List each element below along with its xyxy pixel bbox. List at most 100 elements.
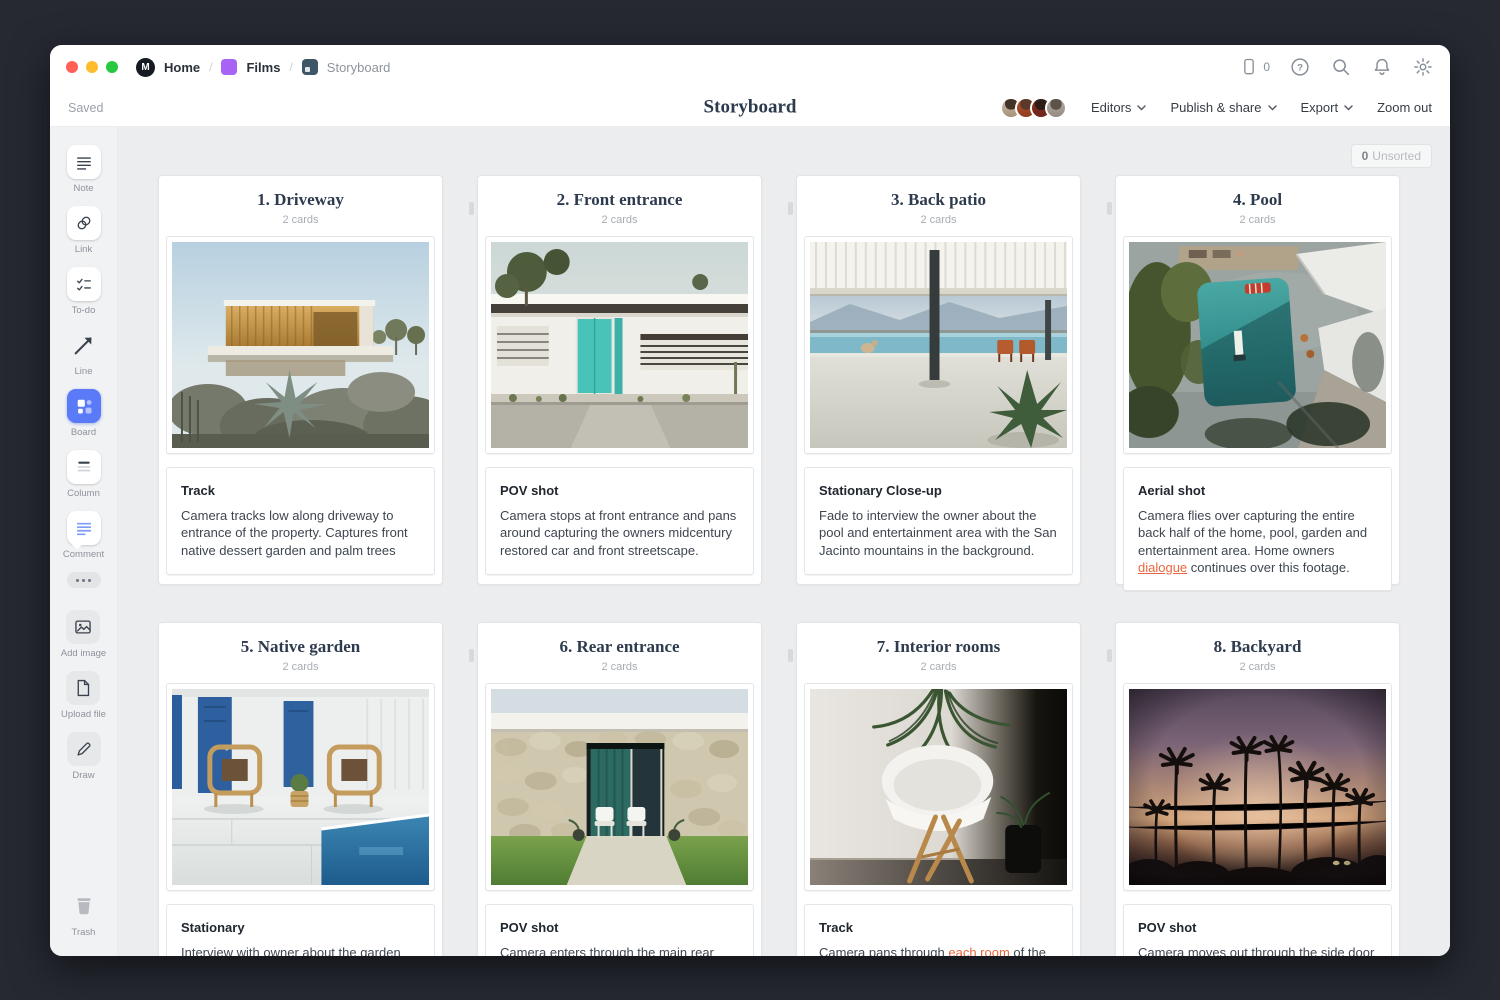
line-arrow-icon [71,332,97,358]
editor-avatars[interactable] [1000,97,1067,119]
trash-button[interactable] [67,889,101,923]
films-board-icon[interactable] [221,59,237,75]
search-button[interactable] [1330,56,1352,78]
board-tool-button[interactable] [67,389,101,423]
minimize-window-button[interactable] [86,61,98,73]
column-title[interactable]: 2. Front entrance [485,190,754,210]
text-card[interactable]: POV shot Camera moves out through the si… [1123,904,1392,956]
page-title: Storyboard [704,96,797,118]
line-tool-button[interactable] [67,328,101,362]
column-title[interactable]: 4. Pool [1123,190,1392,210]
photo-backyard-sunset [1129,689,1386,885]
trash-icon [71,893,97,919]
storyboard-board-icon[interactable] [302,59,318,75]
column-driveway[interactable]: 1. Driveway 2 cards [158,175,443,585]
column-title[interactable]: 3. Back patio [804,190,1073,210]
image-card[interactable] [804,683,1073,891]
link-tool-button[interactable] [67,206,101,240]
text-card[interactable]: POV shot Camera enters through the main … [485,904,754,956]
column-connector [1107,649,1112,662]
app-header: M Home / Films / Storyboard 0 ? [50,45,1450,127]
column-rear-entrance[interactable]: 6. Rear entrance 2 cards [477,622,762,956]
more-tools-button[interactable] [67,572,101,588]
tool-label: Link [75,244,92,255]
text-card[interactable]: POV shot Camera stops at front entrance … [485,467,754,575]
zoom-window-button[interactable] [106,61,118,73]
comment-icon [73,517,95,539]
settings-button[interactable] [1412,56,1434,78]
column-title[interactable]: 6. Rear entrance [485,637,754,657]
export-menu-button[interactable]: Export [1301,100,1354,115]
inline-link[interactable]: each room [948,945,1009,956]
column-title[interactable]: 5. Native garden [166,637,435,657]
card-text: Camera tracks low along driveway to entr… [181,507,420,559]
image-card[interactable] [166,683,435,891]
column-title[interactable]: 1. Driveway [166,190,435,210]
board-canvas[interactable]: 0Unsorted 1. Driveway 2 cards [118,127,1450,956]
column-card-count: 2 cards [166,214,435,226]
column-card-count: 2 cards [485,661,754,673]
image-card[interactable] [1123,236,1392,454]
comment-tool-button[interactable] [67,511,101,545]
card-label: Track [181,483,420,498]
zoom-out-button[interactable]: Zoom out [1377,100,1432,115]
card-text: Camera stops at front entrance and pans … [500,507,739,559]
breadcrumb: M Home / Films / Storyboard [136,58,390,77]
chevron-down-icon [1137,105,1146,111]
chevron-down-icon [1344,105,1353,111]
notifications-button[interactable] [1371,56,1393,78]
help-button[interactable]: ? [1289,56,1311,78]
image-card[interactable] [1123,683,1392,891]
column-native-garden[interactable]: 5. Native garden 2 cards [158,622,443,956]
photo-driveway [172,242,429,448]
avatar[interactable] [1045,97,1067,119]
text-card[interactable]: Track Camera tracks low along driveway t… [166,467,435,575]
image-card[interactable] [485,683,754,891]
draw-pencil-icon [73,738,95,760]
card-label: POV shot [500,920,739,935]
todo-tool-button[interactable] [67,267,101,301]
milanote-logo-icon[interactable]: M [136,58,155,77]
column-title[interactable]: 8. Backyard [1123,637,1392,657]
card-text: Interview with owner about the garden [181,944,420,956]
help-icon: ? [1289,56,1311,78]
inline-link[interactable]: dialogue [1138,560,1187,575]
breadcrumb-films[interactable]: Films [246,60,280,75]
unsorted-badge[interactable]: 0Unsorted [1351,144,1432,168]
text-card[interactable]: Stationary Close-up Fade to interview th… [804,467,1073,575]
text-card[interactable]: Aerial shot Camera flies over capturing … [1123,467,1392,591]
column-connector [469,649,474,662]
add-image-button[interactable] [66,610,100,644]
column-backyard[interactable]: 8. Backyard 2 cards [1115,622,1400,956]
publish-share-menu-button[interactable]: Publish & share [1170,100,1276,115]
text-card[interactable]: Track Camera pans through each room of t… [804,904,1073,956]
image-card[interactable] [804,236,1073,454]
tool-label: Note [73,183,93,194]
column-card-count: 2 cards [166,661,435,673]
mobile-app-button[interactable]: 0 [1239,56,1270,78]
front-entrance-illustration [491,242,748,448]
card-label: Track [819,920,1058,935]
image-card[interactable] [485,236,754,454]
column-title[interactable]: 7. Interior rooms [804,637,1073,657]
breadcrumb-storyboard[interactable]: Storyboard [327,60,391,75]
text-card[interactable]: Stationary Interview with owner about th… [166,904,435,956]
editors-menu-button[interactable]: Editors [1091,100,1146,115]
backyard-sunset-illustration [1129,689,1386,885]
tool-label: To-do [72,305,96,316]
upload-file-button[interactable] [66,671,100,705]
draw-tool-button[interactable] [67,732,101,766]
app-window: M Home / Films / Storyboard 0 ? [50,45,1450,956]
column-tool-button[interactable] [67,450,101,484]
back-patio-illustration [810,242,1067,448]
column-grid: 1. Driveway 2 cards [158,175,1400,956]
column-pool[interactable]: 4. Pool 2 cards [1115,175,1400,585]
breadcrumb-home[interactable]: Home [164,60,200,75]
close-window-button[interactable] [66,61,78,73]
column-back-patio[interactable]: 3. Back patio 2 cards [796,175,1081,585]
note-tool-button[interactable] [67,145,101,179]
column-interior-rooms[interactable]: 7. Interior rooms 2 cards [796,622,1081,956]
tool-label: Add image [61,648,106,659]
image-card[interactable] [166,236,435,454]
column-front-entrance[interactable]: 2. Front entrance 2 cards [477,175,762,585]
